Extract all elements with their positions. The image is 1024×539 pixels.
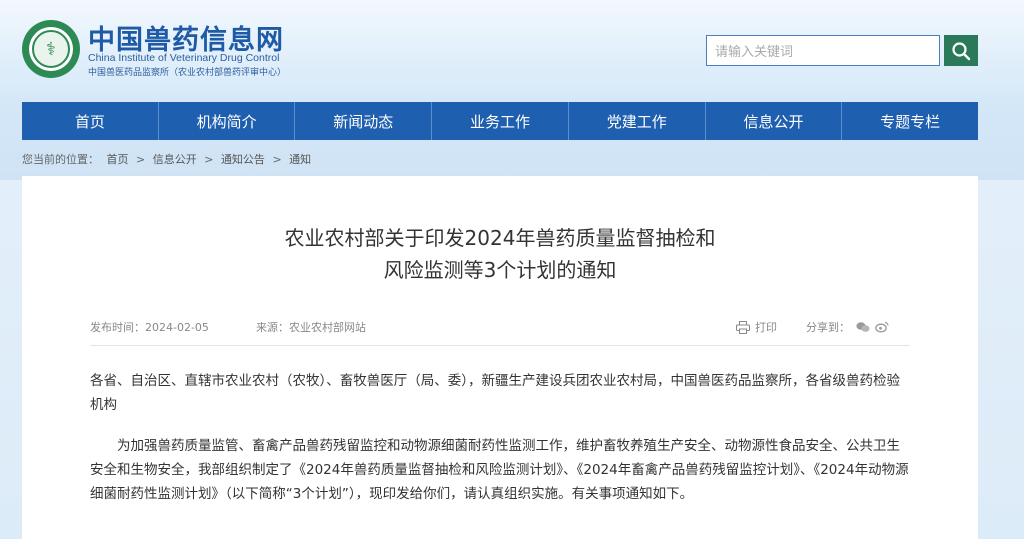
article-meta: 发布时间：2024-02-05 来源：农业农村部网站 打印 分享到： [90, 319, 910, 335]
meta-divider [90, 345, 910, 346]
wechat-icon[interactable] [856, 321, 870, 333]
site-logo[interactable]: ⚕ [22, 20, 80, 78]
caduceus-icon: ⚕ [32, 30, 70, 68]
share-bar: 分享到： [806, 319, 889, 335]
article-paragraph-body: 为加强兽药质量监管、畜禽产品兽药残留监控和动物源细菌耐药性监测工作，维护畜牧养殖… [90, 438, 909, 502]
breadcrumb: 您当前的位置： 首页 > 信息公开 > 通知公告 > 通知 [22, 151, 315, 167]
nav-item-business[interactable]: 业务工作 [432, 102, 569, 140]
printer-icon [736, 320, 750, 334]
article-source: 来源：农业农村部网站 [256, 319, 366, 335]
search-button[interactable] [944, 35, 978, 66]
nav-item-disclosure[interactable]: 信息公开 [706, 102, 843, 140]
article-paragraph-recipients: 各省、自治区、直辖市农业农村（农牧）、畜牧兽医厅（局、委），新疆生产建设兵团农业… [90, 373, 900, 413]
search-placeholder: 请输入关键词 [715, 45, 794, 60]
breadcrumb-item-disclosure[interactable]: 信息公开 [153, 153, 197, 166]
article-title-line1: 农业农村部关于印发2024年兽药质量监督抽检和 [284, 226, 716, 250]
breadcrumb-item-notice[interactable]: 通知 [289, 153, 311, 166]
publish-date-label: 发布时间： [90, 321, 145, 334]
publish-date: 发布时间：2024-02-05 [90, 319, 209, 335]
nav-item-special[interactable]: 专题专栏 [842, 102, 978, 140]
breadcrumb-item-notices[interactable]: 通知公告 [221, 153, 265, 166]
main-nav: 首页 机构简介 新闻动态 业务工作 党建工作 信息公开 专题专栏 [22, 102, 978, 140]
nav-item-party[interactable]: 党建工作 [569, 102, 706, 140]
article-panel: 农业农村部关于印发2024年兽药质量监督抽检和 风险监测等3个计划的通知 发布时… [22, 176, 978, 539]
print-label: 打印 [755, 321, 777, 334]
breadcrumb-prefix: 您当前的位置： [22, 153, 99, 166]
site-name-english: China Institute of Veterinary Drug Contr… [88, 52, 280, 64]
search-icon [952, 41, 971, 60]
publish-date-value: 2024-02-05 [145, 321, 209, 334]
article-title: 农业农村部关于印发2024年兽药质量监督抽检和 风险监测等3个计划的通知 [22, 222, 978, 286]
breadcrumb-separator: > [136, 153, 146, 166]
nav-item-about[interactable]: 机构简介 [159, 102, 296, 140]
site-subtitle: 中国兽医药品监察所（农业农村部兽药评审中心） [88, 68, 287, 78]
source-value: 农业农村部网站 [289, 321, 366, 334]
article-title-line2: 风险监测等3个计划的通知 [383, 258, 617, 282]
logo-ring: ⚕ [29, 27, 73, 71]
breadcrumb-separator: > [204, 153, 214, 166]
nav-item-home[interactable]: 首页 [22, 102, 159, 140]
print-button[interactable]: 打印 [736, 319, 777, 335]
share-label: 分享到： [806, 321, 850, 334]
weibo-icon[interactable] [875, 321, 889, 333]
breadcrumb-item-home[interactable]: 首页 [107, 153, 129, 166]
nav-item-news[interactable]: 新闻动态 [295, 102, 433, 140]
source-label: 来源： [256, 321, 289, 334]
search-input[interactable]: 请输入关键词 [706, 35, 940, 66]
breadcrumb-separator: > [272, 153, 282, 166]
